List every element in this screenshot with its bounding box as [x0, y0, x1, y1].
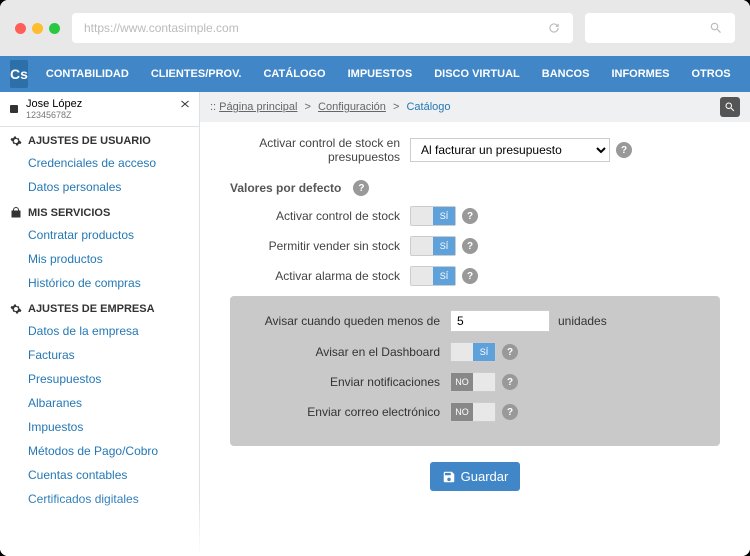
logo[interactable]: Cs — [10, 60, 28, 88]
label-correo: Enviar correo electrónico — [250, 405, 450, 419]
content: Activar control de stock en presupuestos… — [200, 122, 750, 556]
save-icon — [442, 470, 456, 484]
search-icon — [724, 101, 736, 113]
toggle-vender-sin-stock[interactable]: SÍ — [410, 236, 456, 256]
sidebar-item-certificados[interactable]: Certificados digitales — [0, 487, 199, 511]
alarm-settings-box: Avisar cuando queden menos de unidades A… — [230, 296, 720, 446]
user-id: 12345678Z — [26, 110, 191, 120]
sidebar-item-facturas[interactable]: Facturas — [0, 343, 199, 367]
sidebar-item-credenciales[interactable]: Credenciales de acceso — [0, 151, 199, 175]
search-bar[interactable] — [585, 13, 735, 43]
label-notificaciones: Enviar notificaciones — [250, 375, 450, 389]
collapse-icon[interactable] — [179, 98, 191, 110]
nav-catalogo[interactable]: CATÁLOGO — [255, 68, 333, 80]
sidebar-item-contratar[interactable]: Contratar productos — [0, 223, 199, 247]
bag-icon — [10, 207, 22, 219]
sidebar-item-metodos-pago[interactable]: Métodos de Pago/Cobro — [0, 439, 199, 463]
breadcrumb-config[interactable]: Configuración — [318, 101, 386, 113]
label-stock-presupuestos: Activar control de stock en presupuestos — [230, 136, 410, 164]
nav-informes[interactable]: INFORMES — [603, 68, 677, 80]
toggle-alarma-stock[interactable]: SÍ — [410, 266, 456, 286]
user-box[interactable]: Jose López 12345678Z — [0, 92, 199, 127]
sidebar-item-cuentas[interactable]: Cuentas contables — [0, 463, 199, 487]
units-label: unidades — [558, 314, 607, 328]
help-icon[interactable]: ? — [502, 404, 518, 420]
help-icon[interactable]: ? — [502, 374, 518, 390]
close-dot[interactable] — [15, 23, 26, 34]
toggle-correo[interactable]: NO — [450, 402, 496, 422]
user-icon — [8, 103, 20, 115]
nav-contabilidad[interactable]: CONTABILIDAD — [38, 68, 137, 80]
sidebar-item-datos-personales[interactable]: Datos personales — [0, 175, 199, 199]
nav-clientes[interactable]: CLIENTES/PROV. — [143, 68, 250, 80]
breadcrumb: :: Página principal > Configuración > Ca… — [200, 92, 750, 122]
breadcrumb-home[interactable]: Página principal — [219, 101, 297, 113]
label-alarma-stock: Activar alarma de stock — [230, 269, 410, 283]
toggle-activar-stock[interactable]: SÍ — [410, 206, 456, 226]
toggle-notificaciones[interactable]: NO — [450, 372, 496, 392]
section-ajustes-usuario: AJUSTES DE USUARIO — [0, 127, 199, 151]
label-activar-stock: Activar control de stock — [230, 209, 410, 223]
label-avisar-menos-de: Avisar cuando queden menos de — [250, 314, 450, 328]
gear-icon — [10, 303, 22, 315]
window-controls — [15, 23, 60, 34]
select-facturar-presupuesto[interactable]: Al facturar un presupuesto — [410, 138, 610, 162]
toggle-dashboard[interactable]: SÍ — [450, 342, 496, 362]
sidebar-item-mis-productos[interactable]: Mis productos — [0, 247, 199, 271]
section-ajustes-empresa: AJUSTES DE EMPRESA — [0, 295, 199, 319]
sidebar-item-historico[interactable]: Histórico de compras — [0, 271, 199, 295]
gear-icon — [10, 135, 22, 147]
label-vender-sin-stock: Permitir vender sin stock — [230, 239, 410, 253]
save-button[interactable]: Guardar — [430, 462, 521, 491]
help-icon[interactable]: ? — [502, 344, 518, 360]
sidebar-item-albaranes[interactable]: Albaranes — [0, 391, 199, 415]
nav-disco[interactable]: DISCO VIRTUAL — [426, 68, 528, 80]
nav-bancos[interactable]: BANCOS — [534, 68, 598, 80]
nav-impuestos[interactable]: IMPUESTOS — [340, 68, 421, 80]
search-button[interactable] — [720, 97, 740, 117]
url-text: https://www.contasimple.com — [84, 21, 239, 35]
sidebar: Jose López 12345678Z AJUSTES DE USUARIO … — [0, 92, 200, 556]
section-valores-defecto: Valores por defecto ? — [230, 180, 720, 196]
help-icon[interactable]: ? — [616, 142, 632, 158]
sidebar-item-presupuestos[interactable]: Presupuestos — [0, 367, 199, 391]
breadcrumb-current: Catálogo — [406, 101, 450, 113]
input-threshold[interactable] — [450, 310, 550, 332]
help-icon[interactable]: ? — [462, 238, 478, 254]
help-icon[interactable]: ? — [462, 208, 478, 224]
top-navbar: Cs CONTABILIDAD CLIENTES/PROV. CATÁLOGO … — [0, 56, 750, 92]
minimize-dot[interactable] — [32, 23, 43, 34]
browser-chrome: https://www.contasimple.com — [0, 0, 750, 56]
nav-otros[interactable]: OTROS — [684, 68, 739, 80]
user-name: Jose López — [26, 98, 191, 110]
label-avisar-dashboard: Avisar en el Dashboard — [250, 345, 450, 359]
maximize-dot[interactable] — [49, 23, 60, 34]
url-bar[interactable]: https://www.contasimple.com — [72, 13, 573, 43]
refresh-icon[interactable] — [547, 21, 561, 35]
section-mis-servicios: MIS SERVICIOS — [0, 199, 199, 223]
help-icon[interactable]: ? — [353, 180, 369, 196]
search-icon — [709, 21, 723, 35]
help-icon[interactable]: ? — [462, 268, 478, 284]
sidebar-item-datos-empresa[interactable]: Datos de la empresa — [0, 319, 199, 343]
sidebar-item-impuestos[interactable]: Impuestos — [0, 415, 199, 439]
